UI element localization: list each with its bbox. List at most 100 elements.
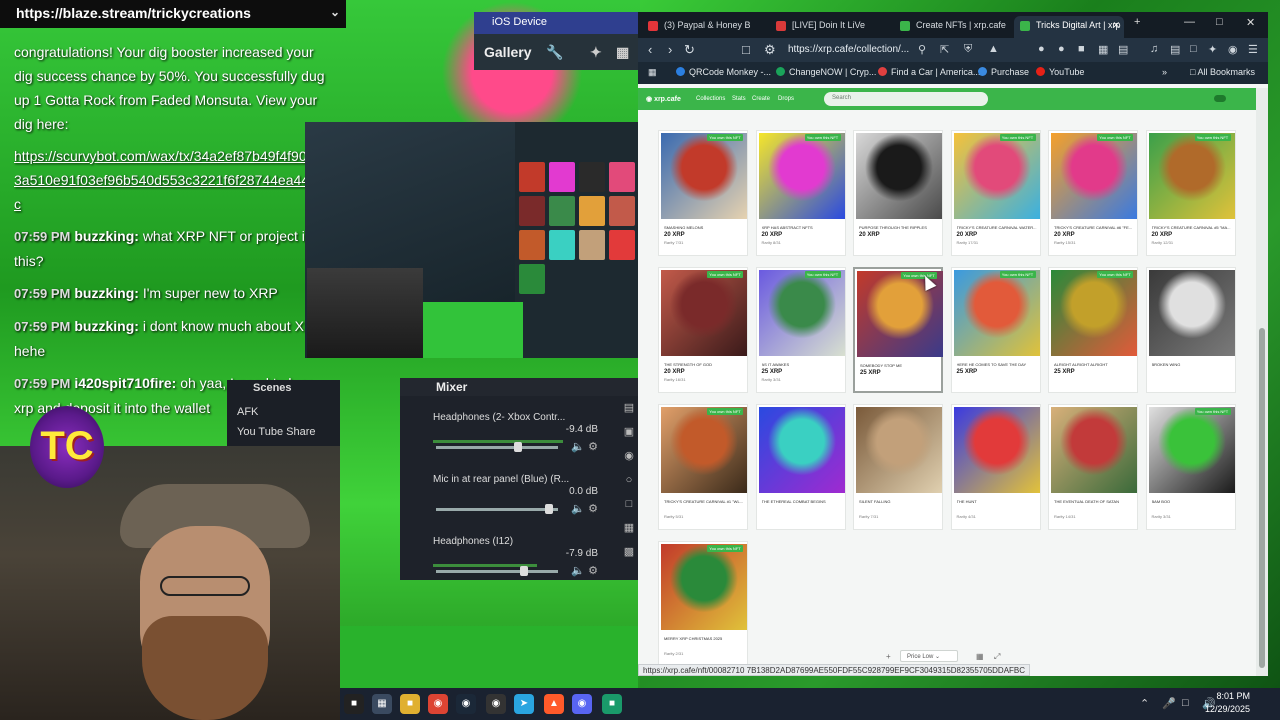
nft-image[interactable] (1051, 270, 1137, 356)
reading-list-icon[interactable]: ▤ (1170, 43, 1180, 56)
maximize-icon[interactable]: □ (1216, 16, 1223, 28)
gear-icon[interactable]: ⚙ (588, 503, 598, 515)
slider-knob[interactable] (513, 442, 522, 452)
browser-tab[interactable]: (3) Paypal & Honey B (642, 16, 770, 38)
lock-icon[interactable]: ○ (620, 468, 638, 492)
wallet-toggle[interactable] (1214, 95, 1226, 102)
nft-image[interactable] (758, 407, 845, 493)
site-search-input[interactable]: Search (824, 92, 988, 106)
close-window-icon[interactable]: ✕ (1246, 16, 1255, 29)
vpn-icon[interactable]: □ (1190, 43, 1197, 55)
bookmark-item[interactable]: ChangeNOW | Cryp... (776, 67, 876, 77)
nft-card[interactable]: You own this NFT TRICKY'S CREATURE CARNIV… (1145, 130, 1236, 256)
plus-icon[interactable]: + (886, 652, 891, 661)
steam-icon[interactable]: ◉ (456, 694, 476, 714)
menu-icon[interactable]: ☰ (1248, 43, 1258, 56)
clock[interactable]: 8:01 PM 12/29/2025 (1205, 690, 1250, 716)
obs-icon[interactable]: ◉ (486, 694, 506, 714)
nft-image[interactable] (661, 270, 747, 356)
nft-image[interactable] (661, 133, 747, 219)
nft-card[interactable]: BROKEN WING (1145, 267, 1236, 393)
close-tab-icon[interactable]: ✕ (1112, 20, 1120, 31)
scene-item[interactable]: AFK (227, 402, 340, 422)
volume-slider[interactable] (436, 566, 558, 576)
nft-card[interactable]: You own this NFT TRICKY'S CREATURE CARNIV… (1048, 130, 1138, 256)
chevron-up-icon[interactable]: ⌃ (1140, 697, 1149, 710)
file-explorer-icon[interactable]: ▦ (372, 694, 392, 714)
chrome-icon[interactable]: ◉ (428, 694, 448, 714)
wallet-icon[interactable]: ◉ (1228, 43, 1238, 56)
url-field[interactable]: https://xrp.cafe/collection/... (768, 41, 1098, 59)
all-bookmarks-link[interactable]: □ All Bookmarks (1190, 67, 1255, 77)
speaker-icon[interactable]: 🔈 (571, 441, 585, 453)
slider-knob[interactable] (520, 566, 529, 576)
sidebar-icon[interactable]: ▤ (1118, 43, 1128, 56)
extension-icon[interactable]: ● (1058, 43, 1065, 55)
nft-card[interactable]: You own this NFT TRICKY'S CREATURE CARNIV… (950, 130, 1041, 256)
nft-image[interactable] (758, 270, 845, 356)
nft-image[interactable] (1148, 270, 1235, 356)
nft-image[interactable] (856, 407, 942, 493)
brave-shield-icon[interactable]: ⛨ (964, 43, 972, 56)
share-icon[interactable]: ⇱ (940, 43, 949, 56)
nft-card[interactable]: THE HUNT Rarity 4/31 (950, 404, 1041, 530)
scene-item[interactable]: You Tube Share (227, 422, 340, 442)
bookmark-icon[interactable]: □ (742, 42, 750, 57)
nft-image[interactable] (758, 133, 845, 219)
wand-icon[interactable]: ✦ (590, 44, 602, 61)
nav-link-collections[interactable]: Collections (696, 96, 725, 102)
nft-image[interactable] (1051, 407, 1137, 493)
nft-image[interactable] (953, 133, 1040, 219)
nft-card[interactable]: You own this NFT SMASHING MELONS 20 XRP Rar… (658, 130, 748, 256)
nft-image[interactable] (856, 133, 942, 219)
nft-card[interactable]: PURPOSE THROUGH THE RIPPLES 20 XRP (853, 130, 943, 256)
grid-icon[interactable]: ▦ (616, 44, 629, 61)
bookmark-item[interactable]: QRCode Monkey -... (676, 67, 771, 77)
nft-image[interactable] (1148, 407, 1235, 493)
app-icon[interactable]: ■ (602, 694, 622, 714)
filter-icon[interactable]: ▤ (620, 396, 638, 420)
sort-select[interactable]: Price Low ⌄ (900, 650, 958, 662)
nft-image[interactable] (953, 270, 1040, 356)
wrench-icon[interactable]: 🔧 (546, 44, 563, 61)
bookmark-item[interactable]: Find a Car | America... (878, 67, 980, 77)
mic-icon[interactable]: 🎤 (1162, 697, 1176, 710)
network-icon[interactable]: □ (1182, 697, 1189, 709)
volume-slider[interactable] (436, 442, 558, 452)
bookmark-item[interactable]: Purchase (978, 67, 1029, 77)
nft-card[interactable]: You own this NFT AS IT AWAKES 25 XRP Rarity… (755, 267, 846, 393)
browser-tab[interactable]: [LIVE] Doin It LiVe (770, 16, 894, 38)
nft-card[interactable]: You own this NFT XRP HAS ABSTRACT NFTS 20 … (755, 130, 846, 256)
nft-card[interactable]: THE ETHEREAL COMBAT BEGINS (755, 404, 846, 530)
nft-card[interactable]: THE EVENTUAL DEATH OF SATAN Rarity 14/31 (1048, 404, 1138, 530)
chevron-right-icon[interactable]: » (1162, 67, 1167, 77)
nft-card[interactable]: You own this NFT TRICKY'S CREATURE CARNIV… (658, 404, 748, 530)
page-scrollbar[interactable] (1256, 88, 1268, 676)
chat-link[interactable]: https://scurvybot.com/wax/tx/34a2ef87b49… (14, 148, 332, 212)
new-tab-icon[interactable]: + (1134, 16, 1140, 28)
zoom-icon[interactable]: ⚲ (918, 43, 926, 56)
gear-icon[interactable]: ⚙ (588, 565, 598, 577)
browser-tab[interactable]: Create NFTs | xrp.cafe (894, 16, 1014, 38)
nft-card[interactable]: SILENT FALLING Rarity 7/31 (853, 404, 943, 530)
nft-image[interactable] (1051, 133, 1137, 219)
nft-card[interactable]: You own this NFT ALRIGHT ALRIGHT ALRIGHT 2… (1048, 267, 1138, 393)
nft-card[interactable]: You own this NFT THE STRENGTH OF GOD 20 XR… (658, 267, 748, 393)
expand-icon[interactable]: ⤢ (994, 652, 1000, 662)
monitor-icon[interactable]: □ (620, 492, 638, 516)
site-logo[interactable]: ◉ xrp.cafe (646, 95, 681, 103)
nft-card[interactable]: You own this NFT HERE HE COMES TO SAVE TH… (950, 267, 1041, 393)
nft-image[interactable] (1148, 133, 1235, 219)
app-icon[interactable]: ■ (344, 694, 364, 714)
telegram-icon[interactable]: ➤ (514, 694, 534, 714)
gear-icon[interactable]: ⚙ (588, 441, 598, 453)
window-icon[interactable]: ▩ (620, 540, 638, 564)
browser-tab-active[interactable]: Tricks Digital Art | xrp ✕ (1014, 16, 1124, 38)
chevron-down-icon[interactable]: ⌄ (330, 5, 340, 19)
apps-icon[interactable]: ▦ (648, 67, 657, 78)
reload-icon[interactable]: ↻ (684, 42, 695, 58)
nft-card[interactable]: You own this NFT MERRY XRP CHRISTMAS 2025… (658, 541, 748, 667)
grid-view-icon[interactable]: ▦ (976, 652, 984, 661)
speaker-icon[interactable]: 🔈 (571, 503, 585, 515)
nft-image[interactable] (661, 544, 747, 630)
